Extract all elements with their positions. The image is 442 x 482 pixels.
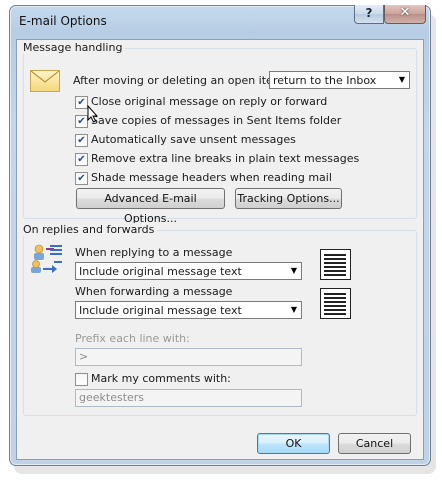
- chevron-down-icon: ▼: [290, 305, 298, 314]
- forwarding-select[interactable]: Include original message text ▼: [75, 301, 302, 319]
- replies-forwards-title: On replies and forwards: [20, 223, 158, 236]
- after-moving-select[interactable]: return to the Inbox ▼: [269, 71, 410, 89]
- close-original-label: Close original message on reply or forwa…: [91, 95, 328, 108]
- advanced-email-options-button[interactable]: Advanced E-mail Options...: [76, 188, 225, 225]
- prefix-label: Prefix each line with:: [75, 332, 190, 345]
- forwarding-select-value: Include original message text: [79, 304, 242, 317]
- shade-headers-checkbox[interactable]: [75, 172, 88, 185]
- replying-select-value: Include original message text: [79, 265, 242, 278]
- forward-preview-icon: [320, 288, 351, 319]
- reply-preview-icon: [320, 249, 351, 280]
- ok-button[interactable]: OK: [257, 433, 330, 454]
- shade-headers-label: Shade message headers when reading mail: [91, 171, 332, 184]
- window-title: E-mail Options: [19, 14, 107, 28]
- reply-forward-icon: [31, 244, 62, 273]
- close-button[interactable]: ✕: [384, 5, 426, 24]
- mark-comments-label: Mark my comments with:: [91, 372, 231, 385]
- prefix-input[interactable]: >: [75, 348, 302, 366]
- email-options-dialog: E-mail Options ? ✕ Message handling Afte…: [9, 5, 431, 466]
- save-copies-label: Save copies of messages in Sent Items fo…: [91, 114, 342, 127]
- auto-save-label: Automatically save unsent messages: [91, 133, 296, 146]
- forwarding-label: When forwarding a message: [75, 285, 233, 298]
- remove-line-breaks-checkbox[interactable]: [75, 153, 88, 166]
- replying-select[interactable]: Include original message text ▼: [75, 262, 302, 280]
- mark-comments-checkbox[interactable]: [75, 373, 88, 386]
- after-moving-select-value: return to the Inbox: [273, 74, 377, 87]
- replying-label: When replying to a message: [75, 246, 233, 259]
- remove-line-breaks-label: Remove extra line breaks in plain text m…: [91, 152, 360, 165]
- envelope-icon: [30, 70, 60, 92]
- help-button[interactable]: ?: [354, 5, 384, 24]
- mouse-cursor-icon: [87, 105, 99, 123]
- chevron-down-icon: ▼: [290, 266, 298, 275]
- chevron-down-icon: ▼: [398, 75, 406, 84]
- after-moving-label: After moving or deleting an open item:: [73, 74, 288, 87]
- auto-save-checkbox[interactable]: [75, 134, 88, 147]
- message-handling-title: Message handling: [20, 41, 126, 54]
- dialog-client-area: Message handling After moving or deletin…: [16, 39, 424, 460]
- mark-comments-input[interactable]: geektesters: [75, 389, 302, 407]
- cancel-button[interactable]: Cancel: [338, 433, 411, 454]
- tracking-options-button[interactable]: Tracking Options...: [235, 188, 342, 209]
